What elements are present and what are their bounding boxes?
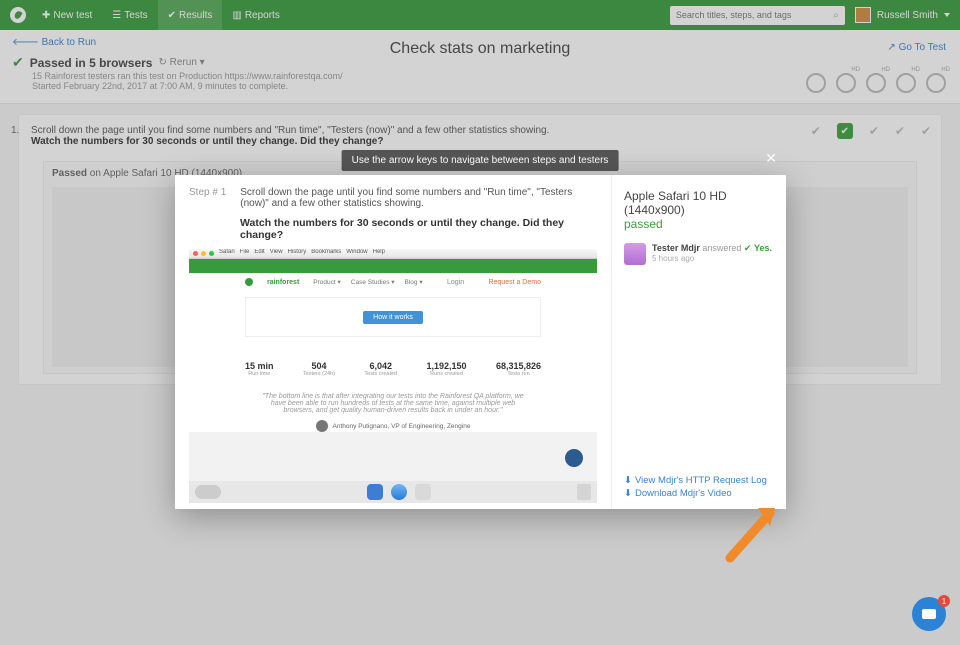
download-icon: ⬇	[624, 475, 632, 486]
chat-bubble-icon	[565, 449, 583, 467]
modal-right-pane: Apple Safari 10 HD (1440x900) passed Tes…	[612, 175, 786, 509]
answered-label: answered	[702, 243, 741, 253]
mac-dock	[189, 481, 597, 503]
app-icon	[415, 484, 431, 500]
step-detail-modal: Step # 1 Scroll down the page until you …	[175, 175, 786, 509]
site-banner	[189, 259, 597, 273]
modal-platform: Apple Safari 10 HD (1440x900)	[624, 189, 774, 217]
download-icon: ⬇	[624, 488, 632, 499]
quicklook-icon	[195, 485, 221, 499]
check-icon: ✔	[744, 243, 752, 253]
modal-left-pane: Step # 1 Scroll down the page until you …	[175, 175, 612, 509]
hiw-section: How it works	[245, 297, 541, 337]
tester-avatar	[624, 243, 646, 265]
answer-time: 5 hours ago	[652, 254, 772, 263]
answer-yes: Yes.	[754, 243, 772, 253]
modal-step-label: Step # 1	[189, 187, 226, 209]
download-video-link[interactable]: ⬇Download Mdjr's Video	[624, 488, 767, 499]
site-brand: rainforest	[267, 279, 299, 286]
notification-badge: 1	[938, 595, 950, 607]
testimonial-author: Anthony Putignano, VP of Engineering, Ze…	[189, 420, 597, 432]
trash-icon	[577, 484, 591, 500]
screenshot[interactable]: SafariFileEditViewHistoryBookmarksWindow…	[189, 249, 597, 503]
how-it-works-button: How it works	[363, 311, 423, 324]
login-link: Login	[447, 279, 464, 286]
rainforest-logo-icon	[245, 278, 253, 286]
view-http-log-link[interactable]: ⬇View Mdjr's HTTP Request Log	[624, 475, 767, 486]
tester-name: Tester Mdjr	[652, 243, 700, 253]
close-icon[interactable]: ✕	[765, 150, 777, 167]
stats-row: 15 minRun time504Testers (24h)6,042Tests…	[245, 361, 541, 377]
site-header: rainforest Product ▾Case Studies ▾Blog ▾…	[189, 273, 597, 291]
tester-row: Tester Mdjr answered ✔ Yes. 5 hours ago	[624, 243, 774, 265]
demo-link: Request a Demo	[488, 279, 541, 286]
nav-hint: Use the arrow keys to navigate between s…	[342, 150, 619, 171]
download-links: ⬇View Mdjr's HTTP Request Log ⬇Download …	[624, 473, 767, 499]
safari-icon	[391, 484, 407, 500]
finder-icon	[367, 484, 383, 500]
mac-menubar: SafariFileEditViewHistoryBookmarksWindow…	[189, 249, 597, 259]
modal-step-instruction: Scroll down the page until you find some…	[240, 187, 597, 209]
modal-status: passed	[624, 217, 774, 231]
author-avatar	[316, 420, 328, 432]
testimonial-quote: "The bottom line is that after integrati…	[259, 393, 527, 414]
modal-step-question: Watch the numbers for 30 seconds or unti…	[240, 217, 597, 241]
